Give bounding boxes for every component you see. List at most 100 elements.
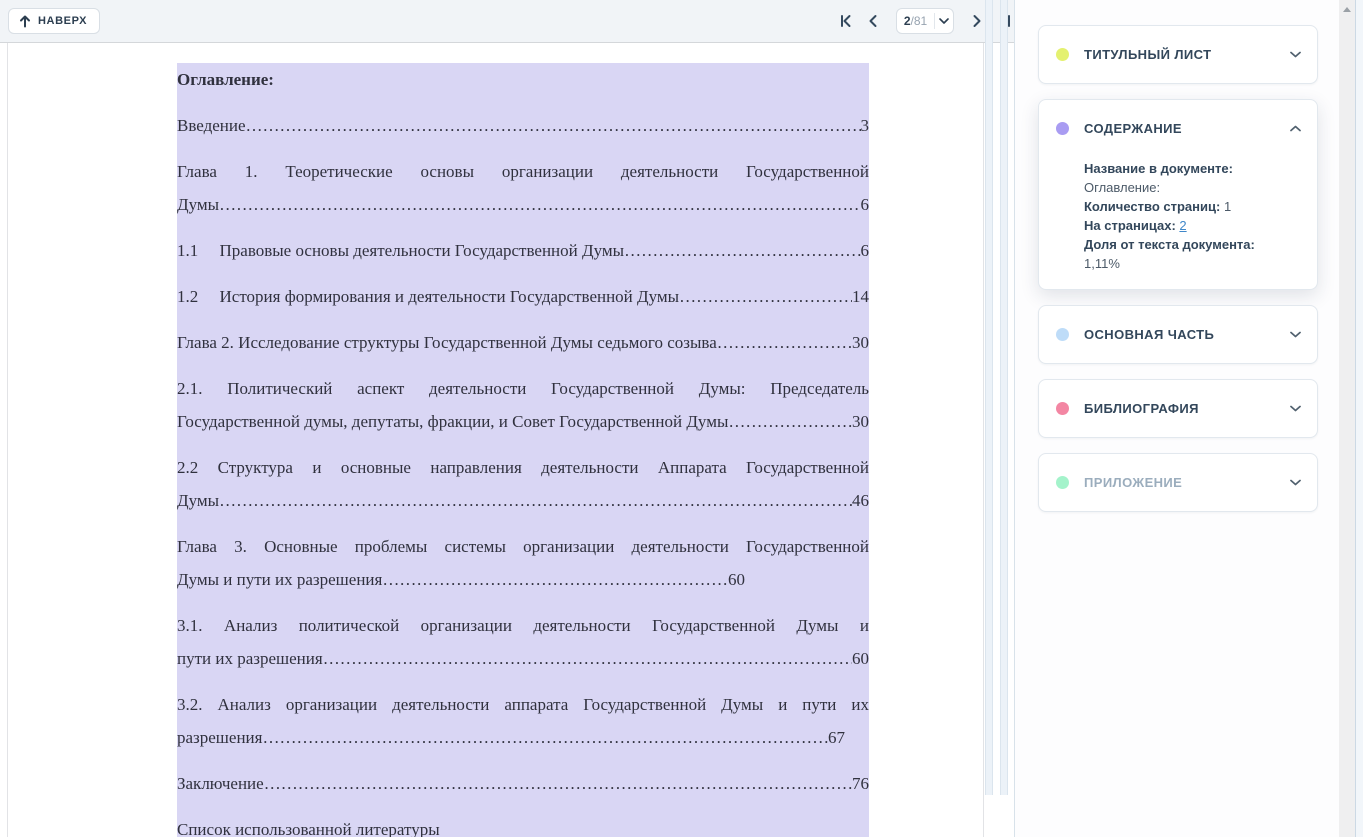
section-card-header[interactable]: БИБЛИОГРАФИЯ <box>1039 380 1317 437</box>
toc-page-number: 14 <box>852 280 869 313</box>
toc-line: 2.2 Структура и основные направления дея… <box>177 451 869 484</box>
toc-line-text: 1.1 Правовые основы деятельности Государ… <box>177 234 624 267</box>
section-title: ТИТУЛЬНЫЙ ЛИСТ <box>1084 47 1290 62</box>
toolbar: НАВЕРХ 2/81 <box>0 0 1014 42</box>
toc-line-text: Оглавление: <box>177 70 274 89</box>
section-card: ТИТУЛЬНЫЙ ЛИСТ <box>1038 25 1318 84</box>
dot-leader: …………………………………………………………………………………………………………… <box>728 405 852 438</box>
toc-line: Глава 3. Основные проблемы системы орган… <box>177 530 869 563</box>
toc-line: 1.2 История формирования и деятельности … <box>177 280 869 313</box>
toc-line-text: Список использованной литературы <box>177 820 440 837</box>
toc-line: Список использованной литературы <box>177 813 869 837</box>
section-color-dot <box>1056 402 1069 415</box>
toc-line: 3.1. Анализ политической организации дея… <box>177 609 869 642</box>
toc-line: разрешения………………………………………………………………………………… <box>177 721 845 754</box>
prev-page-button[interactable] <box>863 8 883 34</box>
detail-label: Доля от текста документа: <box>1084 237 1255 252</box>
sections-sidebar: ТИТУЛЬНЫЙ ЛИСТ СОДЕРЖАНИЕ Название в докум… <box>1014 0 1339 837</box>
toc-line-text: 2.1. Политический аспект деятельности Го… <box>177 379 869 398</box>
toc-line: Государственной думы, депутаты, фракции,… <box>177 405 869 438</box>
toc-line-text: Думы и пути их разрешения <box>177 563 382 596</box>
detail-label: На страницах: <box>1084 218 1176 233</box>
section-details: Название в документе: Оглавление: Количест… <box>1039 157 1317 289</box>
current-page: 2 <box>904 14 911 28</box>
document-scrollbar[interactable] <box>985 0 993 795</box>
detail-label: Название в документе: <box>1084 161 1233 176</box>
toc-line-text: разрешения <box>177 721 262 754</box>
toc-page-number: 67 <box>828 721 845 754</box>
back-to-top-button[interactable]: НАВЕРХ <box>8 8 100 34</box>
detail-page-link[interactable]: 2 <box>1179 218 1186 233</box>
viewer-scrollbar[interactable] <box>1000 0 1008 795</box>
section-title: ПРИЛОЖЕНИЕ <box>1084 475 1290 490</box>
section-card: ОСНОВНАЯ ЧАСТЬ <box>1038 305 1318 364</box>
section-card: БИБЛИОГРАФИЯ <box>1038 379 1318 438</box>
toc-line: Думы и пути их разрешения………………………………………… <box>177 563 745 596</box>
toc-line-text: Глава 2. Исследование структуры Государс… <box>177 326 717 359</box>
chevron-down-icon <box>935 18 953 24</box>
toc-line: пути их разрешения…………………………………………………………… <box>177 642 869 675</box>
section-title: БИБЛИОГРАФИЯ <box>1084 401 1290 416</box>
toc-line: Оглавление: <box>177 63 869 96</box>
page-indicator: 2/81 <box>897 14 934 28</box>
section-card-header[interactable]: СОДЕРЖАНИЕ <box>1039 100 1317 157</box>
toc-page-number: 60 <box>852 642 869 675</box>
dot-leader: …………………………………………………………………………………………………………… <box>246 109 861 142</box>
toc-line-text: Заключение <box>177 767 264 800</box>
toc-line: Введение……………………………………………………………………………………… <box>177 109 869 142</box>
toc-line-text: Глава 3. Основные проблемы системы орган… <box>177 537 869 556</box>
detail-value: Оглавление: <box>1084 180 1160 195</box>
section-color-dot <box>1056 48 1069 61</box>
section-color-dot <box>1056 122 1069 135</box>
section-detail-row: Доля от текста документа: <box>1084 235 1301 254</box>
chevron-down-icon <box>1290 51 1301 58</box>
toc-line-text: 3.2. Анализ организации деятельности апп… <box>177 695 869 714</box>
section-title: СОДЕРЖАНИЕ <box>1084 121 1290 136</box>
toc-page-number: 30 <box>852 405 869 438</box>
toc-page-number: 46 <box>852 484 869 517</box>
toc-page-number: 76 <box>852 767 869 800</box>
window-edge <box>1355 0 1363 837</box>
toc-line: Думы………………………………………………………………………………………………… <box>177 188 869 221</box>
up-arrow-icon <box>19 15 31 28</box>
total-pages: /81 <box>911 14 928 28</box>
next-page-button[interactable] <box>967 8 987 34</box>
page-scrollbar[interactable] <box>1339 0 1355 837</box>
dot-leader: …………………………………………………………………………………………………………… <box>717 326 852 359</box>
dot-leader: …………………………………………………………………………………………………………… <box>382 563 728 596</box>
section-card: СОДЕРЖАНИЕ Название в документе: Оглавлени… <box>1038 99 1318 290</box>
scroll-up-icon <box>1343 7 1351 12</box>
toc-page-number: 3 <box>861 109 870 142</box>
toc-line: Глава 1. Теоретические основы организаци… <box>177 155 869 188</box>
section-color-dot <box>1056 476 1069 489</box>
toc-page-number: 60 <box>728 563 745 596</box>
toc-line-text: Глава 1. Теоретические основы организаци… <box>177 162 869 181</box>
dot-leader: …………………………………………………………………………………………………………… <box>219 188 860 221</box>
dot-leader: …………………………………………………………………………………………………………… <box>264 767 852 800</box>
toc-line: 2.1. Политический аспект деятельности Го… <box>177 372 869 405</box>
toc-page-number: 6 <box>861 188 870 221</box>
toc-page-number: 6 <box>861 234 870 267</box>
dot-leader: …………………………………………………………………………………………………………… <box>679 280 852 313</box>
dot-leader: …………………………………………………………………………………………………………… <box>219 484 852 517</box>
first-page-button[interactable] <box>836 8 856 34</box>
section-card-header[interactable]: ПРИЛОЖЕНИЕ <box>1039 454 1317 511</box>
chevron-down-icon <box>1290 479 1301 486</box>
section-detail-row: Количество страниц: 1 <box>1084 197 1301 216</box>
toc-line-text: Думы <box>177 188 219 221</box>
page-number-select[interactable]: 2/81 <box>896 8 954 34</box>
section-card: ПРИЛОЖЕНИЕ <box>1038 453 1318 512</box>
toc-line: 1.1 Правовые основы деятельности Государ… <box>177 234 869 267</box>
toc-line-text: Государственной думы, депутаты, фракции,… <box>177 405 728 438</box>
table-of-contents: Оглавление: Введение………………………………………………………… <box>177 63 869 837</box>
detail-value: 1,11% <box>1084 256 1120 271</box>
section-detail-row: Название в документе: <box>1084 159 1301 178</box>
section-card-header[interactable]: ОСНОВНАЯ ЧАСТЬ <box>1039 306 1317 363</box>
chevron-down-icon <box>1290 331 1301 338</box>
section-card-header[interactable]: ТИТУЛЬНЫЙ ЛИСТ <box>1039 26 1317 83</box>
toc-line-text: пути их разрешения <box>177 642 323 675</box>
chevron-up-icon <box>1290 125 1301 132</box>
toc-line-text: 3.1. Анализ политической организации дея… <box>177 616 869 635</box>
detail-value: 1 <box>1224 199 1231 214</box>
toc-line: Глава 2. Исследование структуры Государс… <box>177 326 869 359</box>
